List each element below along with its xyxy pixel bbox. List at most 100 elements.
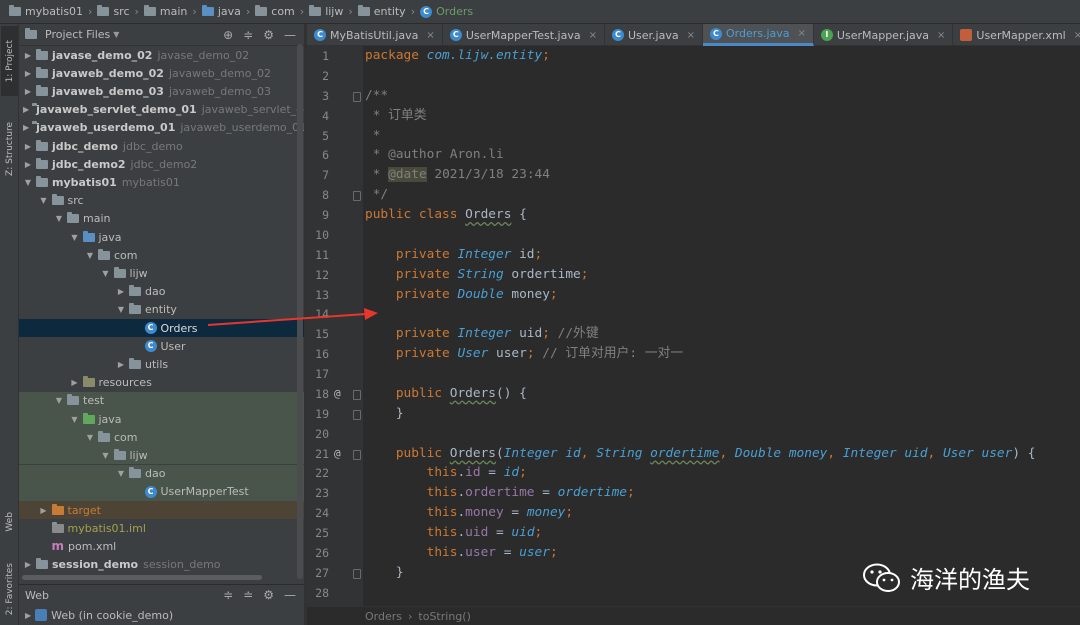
- expanded-arrow-icon[interactable]: ▼: [101, 269, 111, 278]
- breadcrumb-item[interactable]: lijw: [306, 0, 346, 24]
- tree-node[interactable]: C UserMapperTest: [19, 482, 304, 501]
- breadcrumb-item[interactable]: entity: [355, 0, 409, 24]
- tree-node[interactable]: ▼ main: [19, 210, 304, 228]
- collapsed-arrow-icon[interactable]: ▶: [23, 105, 29, 114]
- tree-vertical-scrollbar[interactable]: [297, 44, 303, 579]
- expanded-arrow-icon[interactable]: ▼: [85, 251, 95, 260]
- expanded-arrow-icon[interactable]: ▼: [54, 214, 64, 223]
- expanded-arrow-icon[interactable]: ▼: [70, 233, 80, 242]
- expanded-arrow-icon[interactable]: ▼: [116, 469, 126, 478]
- tree-node[interactable]: ▼ lijw: [19, 264, 304, 282]
- breadcrumb-item[interactable]: com: [252, 0, 298, 24]
- tree-node[interactable]: ▶ javaweb_demo_03 javaweb_demo_03: [19, 82, 304, 100]
- collapse-icon[interactable]: ≐: [243, 588, 253, 602]
- tree-node[interactable]: ▶ utils: [19, 355, 304, 373]
- breadcrumb-item[interactable]: main: [141, 0, 190, 24]
- tree-node[interactable]: ▼ src: [19, 192, 304, 210]
- tree-node[interactable]: ▼ test: [19, 391, 304, 410]
- breadcrumb-item[interactable]: mybatis01: [6, 0, 86, 24]
- tree-node[interactable]: ▼ entity: [19, 301, 304, 319]
- collapsed-arrow-icon[interactable]: ▶: [70, 378, 80, 387]
- project-tool-tab[interactable]: 1: Project: [1, 26, 18, 96]
- tree-node[interactable]: ▶ jdbc_demo2 jdbc_demo2: [19, 155, 304, 173]
- tree-node[interactable]: C User: [19, 337, 304, 355]
- close-icon[interactable]: ×: [589, 30, 597, 41]
- tree-node[interactable]: m pom.xml: [19, 537, 304, 555]
- close-icon[interactable]: ×: [687, 30, 695, 41]
- fold-toggle-icon[interactable]: [353, 409, 361, 420]
- footer-crumb-method[interactable]: toString(): [418, 610, 470, 623]
- close-icon[interactable]: ×: [426, 30, 434, 41]
- editor-tab[interactable]: C Orders.java ×: [702, 24, 814, 46]
- expanded-arrow-icon[interactable]: ▼: [54, 396, 64, 405]
- collapsed-arrow-icon[interactable]: ▶: [23, 560, 33, 569]
- editor-tab[interactable]: I UserMapper.java ×: [814, 24, 954, 46]
- gear-icon[interactable]: ⚙: [263, 588, 274, 602]
- close-icon[interactable]: ×: [798, 28, 806, 39]
- collapsed-arrow-icon[interactable]: ▶: [23, 51, 33, 60]
- fold-toggle-icon[interactable]: [353, 91, 361, 102]
- tree-node[interactable]: ▼ lijw: [19, 446, 304, 465]
- editor-tab[interactable]: UserMapper.xml ×: [953, 24, 1080, 46]
- collapsed-arrow-icon[interactable]: ▶: [23, 123, 29, 132]
- expanded-arrow-icon[interactable]: ▼: [23, 178, 33, 187]
- tree-node[interactable]: ▶ javase_demo_02 javase_demo_02: [19, 46, 304, 64]
- tree-node[interactable]: ▼ java: [19, 410, 304, 428]
- tree-node[interactable]: ▼ java: [19, 228, 304, 246]
- override-marker-icon[interactable]: @: [334, 447, 341, 460]
- tree-node[interactable]: ▼ com: [19, 246, 304, 264]
- expanded-arrow-icon[interactable]: ▼: [39, 196, 49, 205]
- collapse-all-icon[interactable]: ≑: [243, 28, 253, 42]
- editor-tab[interactable]: C User.java ×: [605, 24, 703, 46]
- gear-icon[interactable]: ⚙: [263, 28, 274, 42]
- fold-toggle-icon[interactable]: [353, 191, 361, 202]
- breadcrumb-item[interactable]: java: [199, 0, 244, 24]
- tree-node[interactable]: ▶ target: [19, 501, 304, 519]
- tree-node[interactable]: C Orders: [19, 319, 304, 337]
- breadcrumb-item[interactable]: C Orders: [417, 0, 476, 24]
- web-tool-tab[interactable]: Web: [1, 499, 18, 544]
- tree-node[interactable]: ▶ javaweb_demo_02 javaweb_demo_02: [19, 64, 304, 82]
- tree-node[interactable]: ▶ javaweb_userdemo_01 javaweb_userdemo_01: [19, 119, 304, 137]
- editor-tab[interactable]: C MyBatisUtil.java ×: [307, 24, 443, 46]
- editor-tab[interactable]: C UserMapperTest.java ×: [443, 24, 605, 46]
- collapsed-arrow-icon[interactable]: ▶: [23, 160, 33, 169]
- tree-node[interactable]: ▼ dao: [19, 464, 304, 483]
- expanded-arrow-icon[interactable]: ▼: [70, 415, 80, 424]
- tree-node[interactable]: ▶ jdbc_demo jdbc_demo: [19, 137, 304, 155]
- structure-tool-tab[interactable]: Z: Structure: [1, 104, 18, 194]
- hide-panel-icon[interactable]: —: [284, 588, 296, 602]
- tree-node[interactable]: ▼ mybatis01 mybatis01: [19, 173, 304, 191]
- tree-horizontal-scrollbar[interactable]: [22, 575, 262, 580]
- project-view-selector[interactable]: Project Files: [45, 28, 110, 41]
- tree-node[interactable]: ▶ dao: [19, 283, 304, 301]
- close-icon[interactable]: ×: [1074, 30, 1080, 41]
- fold-toggle-icon[interactable]: [353, 449, 361, 460]
- tree-node[interactable]: ▶ resources: [19, 374, 304, 392]
- override-marker-icon[interactable]: @: [334, 387, 341, 400]
- breadcrumb-item[interactable]: src: [94, 0, 132, 24]
- collapsed-arrow-icon[interactable]: ▶: [23, 69, 33, 78]
- expand-all-icon[interactable]: ≑: [223, 588, 233, 602]
- collapsed-arrow-icon[interactable]: ▶: [39, 506, 49, 515]
- close-icon[interactable]: ×: [937, 30, 945, 41]
- collapsed-arrow-icon[interactable]: ▶: [23, 142, 33, 151]
- tree-node[interactable]: mybatis01.iml: [19, 519, 304, 537]
- tree-node[interactable]: ▼ com: [19, 428, 304, 447]
- web-facet-item[interactable]: ▶ Web (in cookie_demo): [19, 605, 304, 625]
- code-editor[interactable]: package com.lijw.entity; /** * 订单类 * * @a…: [363, 46, 1080, 606]
- expanded-arrow-icon[interactable]: ▼: [116, 305, 126, 314]
- hide-panel-icon[interactable]: —: [284, 28, 296, 42]
- favorites-tool-tab[interactable]: 2: Favorites: [1, 554, 18, 624]
- tree-node[interactable]: ▶ session_demo session_demo: [19, 556, 304, 574]
- collapsed-arrow-icon[interactable]: ▶: [23, 87, 33, 96]
- expanded-arrow-icon[interactable]: ▼: [101, 451, 111, 460]
- collapsed-arrow-icon[interactable]: ▶: [116, 360, 126, 369]
- tree-node[interactable]: ▶ javaweb_servlet_demo_01 javaweb_servlet_…: [19, 101, 304, 119]
- expanded-arrow-icon[interactable]: ▼: [85, 433, 95, 442]
- footer-crumb-class[interactable]: Orders: [365, 610, 402, 623]
- fold-toggle-icon[interactable]: [353, 389, 361, 400]
- fold-toggle-icon[interactable]: [353, 568, 361, 579]
- chevron-down-icon[interactable]: ▼: [113, 30, 119, 39]
- collapsed-arrow-icon[interactable]: ▶: [116, 287, 126, 296]
